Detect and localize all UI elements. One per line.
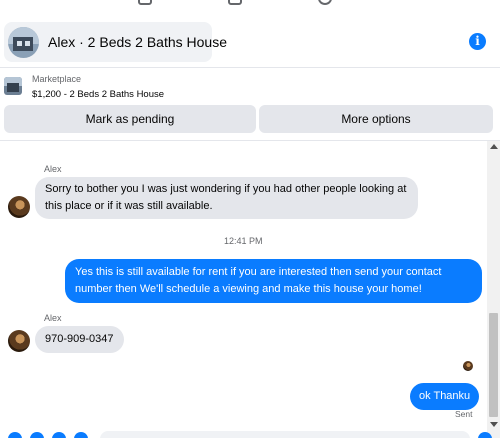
sender-name: Alex — [44, 164, 62, 174]
message-status: Sent — [455, 409, 473, 419]
scroll-down-arrow-icon[interactable] — [490, 422, 498, 427]
sender-avatar[interactable] — [8, 330, 30, 352]
seen-avatar — [463, 361, 473, 371]
scroll-up-arrow-icon[interactable] — [490, 144, 498, 149]
listing-thumbnail[interactable] — [4, 77, 22, 95]
sender-name: Alex — [44, 313, 62, 323]
incoming-message[interactable]: 970-909-0347 — [35, 326, 124, 353]
outgoing-message[interactable]: ok Thanku — [410, 383, 480, 410]
grid-icon[interactable] — [138, 0, 152, 5]
message-input[interactable] — [100, 431, 470, 438]
header-divider — [0, 67, 500, 68]
outgoing-message[interactable]: Yes this is still available for rent if … — [65, 259, 482, 303]
info-icon[interactable]: i — [469, 33, 486, 50]
sender-avatar[interactable] — [8, 196, 30, 218]
phone-icon[interactable] — [228, 0, 242, 5]
incoming-message[interactable]: Sorry to bother you I was just wondering… — [35, 177, 418, 219]
more-options-button[interactable]: More options — [259, 105, 493, 133]
marketplace-label: Marketplace — [32, 74, 82, 84]
top-toolbar — [0, 0, 500, 16]
account-icon[interactable] — [318, 0, 332, 5]
conversation-header[interactable]: Alex · 2 Beds 2 Baths House — [4, 22, 227, 62]
message-timestamp: 12:41 PM — [224, 236, 263, 246]
listing-avatar — [8, 26, 39, 58]
conversation-title: Alex · 2 Beds 2 Baths House — [48, 34, 227, 50]
mark-as-pending-button[interactable]: Mark as pending — [4, 105, 256, 133]
scrollbar-thumb[interactable] — [489, 313, 498, 417]
listing-title[interactable]: $1,200 - 2 Beds 2 Baths House — [32, 89, 164, 100]
